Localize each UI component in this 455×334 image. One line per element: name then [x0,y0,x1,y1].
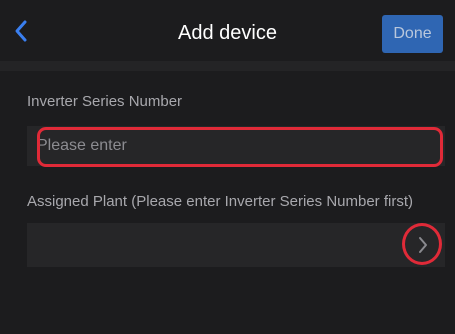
header-divider [0,61,455,71]
inverter-serial-label: Inverter Series Number [27,93,183,110]
assigned-plant-selector[interactable] [27,223,445,267]
inverter-serial-input[interactable] [37,130,437,162]
add-device-screen: Add device Done Inverter Series Number A… [0,0,455,334]
navigation-bar: Add device Done [0,0,455,61]
assigned-plant-label: Assigned Plant (Please enter Inverter Se… [27,193,413,210]
chevron-right-icon[interactable] [418,236,428,254]
done-button[interactable]: Done [382,15,443,53]
